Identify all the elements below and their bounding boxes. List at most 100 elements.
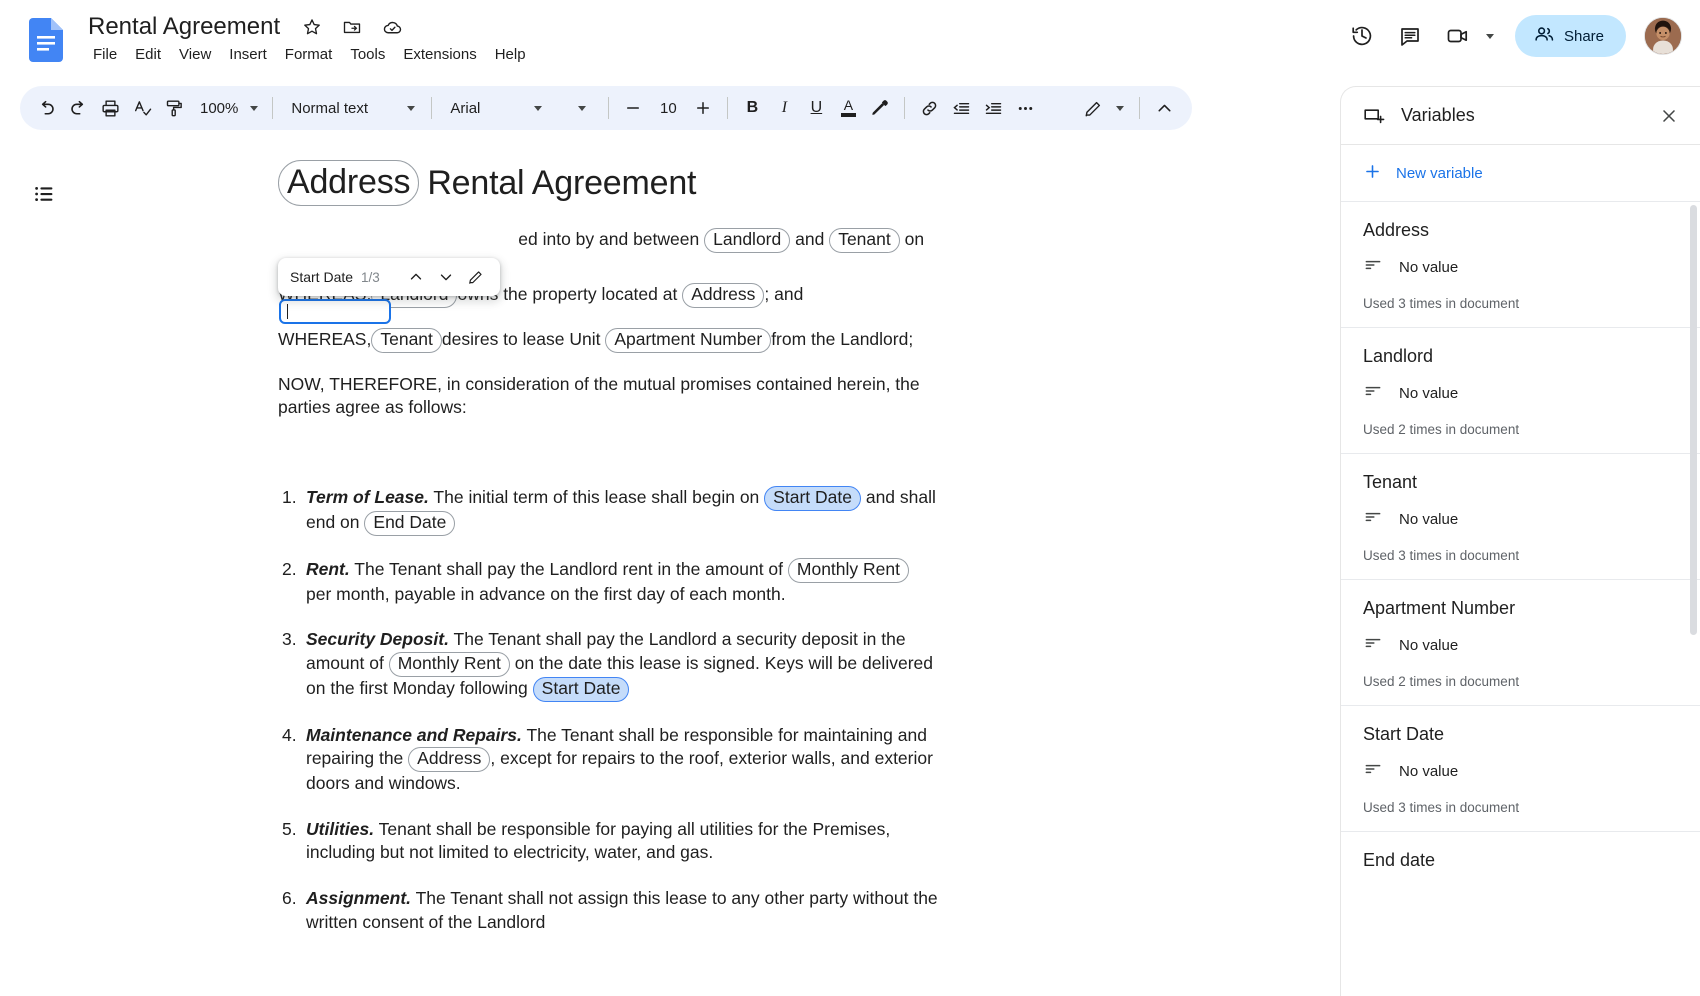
editing-mode-pencil-icon[interactable]	[1077, 92, 1109, 124]
paint-format-icon[interactable]	[158, 92, 190, 124]
para3-prefix: WHEREAS,	[278, 329, 371, 349]
close-icon[interactable]	[1652, 99, 1686, 133]
menu-help[interactable]: Help	[486, 42, 535, 68]
variable-value-row[interactable]: No value	[1363, 633, 1678, 658]
variable-chip-start-date[interactable]: Start Date	[533, 677, 630, 702]
formatting-toolbar: 100% Normal text Arial 10 B I U	[20, 86, 1192, 130]
clause-text-a: The Tenant shall pay the Landlord rent i…	[354, 559, 783, 579]
variable-chip-landlord[interactable]: Landlord	[704, 228, 790, 253]
variable-chip-start-date[interactable]: Start Date	[764, 486, 861, 511]
clause-title: Rent.	[306, 559, 350, 579]
docs-logo-icon[interactable]	[29, 18, 63, 62]
version-history-icon[interactable]	[1342, 16, 1382, 56]
bold-button[interactable]: B	[736, 92, 768, 124]
menu-insert[interactable]: Insert	[220, 42, 276, 68]
text-lines-icon	[1363, 507, 1383, 532]
collapse-toolbar-chevron-up-icon[interactable]	[1148, 92, 1180, 124]
cloud-saved-icon[interactable]	[380, 15, 404, 39]
star-icon[interactable]	[300, 15, 324, 39]
variable-value: No value	[1399, 637, 1458, 654]
italic-button[interactable]: I	[768, 92, 800, 124]
variable-value: No value	[1399, 763, 1458, 780]
meet-chevron-down-icon[interactable]	[1479, 16, 1501, 56]
move-to-folder-icon[interactable]	[340, 15, 364, 39]
comment-history-icon[interactable]	[1390, 16, 1430, 56]
redo-icon[interactable]	[62, 92, 94, 124]
google-docs-window: Rental Agreement File Edit	[0, 0, 1700, 996]
share-button[interactable]: Share	[1515, 15, 1626, 57]
zoom-selector[interactable]: 100%	[190, 92, 264, 124]
paragraph-style-selector[interactable]: Normal text	[281, 92, 423, 124]
toolbar-divider	[431, 97, 432, 119]
variable-value-row[interactable]: No value	[1363, 507, 1678, 532]
editing-mode-chevron-down-icon[interactable]	[1109, 88, 1131, 128]
variable-chip-tenant[interactable]: Tenant	[371, 328, 442, 353]
panel-scrollbar-thumb[interactable]	[1690, 205, 1697, 635]
document-outline-icon[interactable]	[26, 176, 62, 212]
document-title[interactable]: Rental Agreement	[84, 10, 284, 44]
edit-variable-pencil-icon[interactable]	[462, 263, 490, 291]
variable-row-apartment-number: Apartment Number No value Used 2 times i…	[1341, 579, 1700, 705]
font-family-selector[interactable]: Arial	[440, 92, 550, 124]
variable-chip-address[interactable]: Address	[682, 283, 764, 308]
variable-chip-monthly-rent[interactable]: Monthly Rent	[788, 558, 909, 583]
paragraph-whereas-2: WHEREAS,Tenantdesires to lease Unit Apar…	[278, 328, 938, 353]
menu-tools[interactable]: Tools	[341, 42, 394, 68]
menu-view[interactable]: View	[170, 42, 220, 68]
increase-indent-icon[interactable]	[977, 92, 1009, 124]
variable-chip-apartment-number[interactable]: Apartment Number	[605, 328, 771, 353]
variable-chip-monthly-rent[interactable]: Monthly Rent	[389, 652, 510, 677]
menu-format[interactable]: Format	[276, 42, 342, 68]
font-extra-chevron-down-icon[interactable]	[578, 106, 586, 111]
variable-chip-address[interactable]: Address	[278, 160, 419, 206]
text-color-letter: A	[844, 99, 853, 112]
meet-camera-icon[interactable]	[1438, 16, 1478, 56]
next-occurrence-chevron-down-icon[interactable]	[432, 263, 460, 291]
para2-suffix: ; and	[764, 284, 803, 304]
user-avatar[interactable]	[1644, 17, 1682, 55]
undo-icon[interactable]	[30, 92, 62, 124]
variable-value-input[interactable]	[279, 299, 391, 324]
menu-edit[interactable]: Edit	[126, 42, 170, 68]
new-variable-button[interactable]: New variable	[1341, 145, 1700, 201]
font-size-value[interactable]: 10	[651, 100, 685, 117]
decrease-font-size-button[interactable]	[617, 92, 649, 124]
variable-chip-tenant[interactable]: Tenant	[829, 228, 900, 253]
variable-row-start-date: Start Date No value Used 3 times in docu…	[1341, 705, 1700, 831]
variable-usage-count: Used 3 times in document	[1363, 800, 1678, 815]
editing-mode-group	[1077, 88, 1131, 128]
variable-chip-end-date[interactable]: End Date	[364, 511, 455, 536]
previous-occurrence-chevron-up-icon[interactable]	[402, 263, 430, 291]
variable-row-end-date: End date	[1341, 831, 1700, 901]
more-options-icon[interactable]	[1009, 92, 1041, 124]
link-icon[interactable]	[913, 92, 945, 124]
decrease-indent-icon[interactable]	[945, 92, 977, 124]
para3-suffix: from the Landlord;	[771, 329, 913, 349]
variable-value-row[interactable]: No value	[1363, 759, 1678, 784]
variable-name: Apartment Number	[1363, 598, 1678, 619]
variable-value-row[interactable]: No value	[1363, 381, 1678, 406]
toolbar-divider	[904, 97, 905, 119]
variables-list[interactable]: Address No value Used 3 times in documen…	[1341, 201, 1700, 996]
menu-extensions[interactable]: Extensions	[394, 42, 485, 68]
plus-icon	[1363, 162, 1382, 185]
highlight-pen-icon[interactable]	[864, 92, 896, 124]
list-item: Security Deposit. The Tenant shall pay t…	[278, 628, 938, 701]
variable-value: No value	[1399, 385, 1458, 402]
menu-bar: File Edit View Insert Format Tools Exten…	[84, 42, 535, 68]
variable-chip-address[interactable]: Address	[408, 747, 490, 772]
underline-button[interactable]: U	[800, 92, 832, 124]
zoom-value: 100%	[200, 100, 238, 117]
print-icon[interactable]	[94, 92, 126, 124]
variable-usage-count: Used 2 times in document	[1363, 422, 1678, 437]
variable-value-row[interactable]: No value	[1363, 255, 1678, 280]
spellcheck-icon[interactable]	[126, 92, 158, 124]
variable-usage-count: Used 3 times in document	[1363, 548, 1678, 563]
clause-title: Utilities.	[306, 819, 374, 839]
clause-title: Assignment.	[306, 888, 411, 908]
variable-name: End date	[1363, 850, 1678, 871]
menu-file[interactable]: File	[84, 42, 126, 68]
title-row: Rental Agreement	[84, 10, 404, 44]
text-color-button[interactable]: A	[832, 92, 864, 124]
increase-font-size-button[interactable]	[687, 92, 719, 124]
